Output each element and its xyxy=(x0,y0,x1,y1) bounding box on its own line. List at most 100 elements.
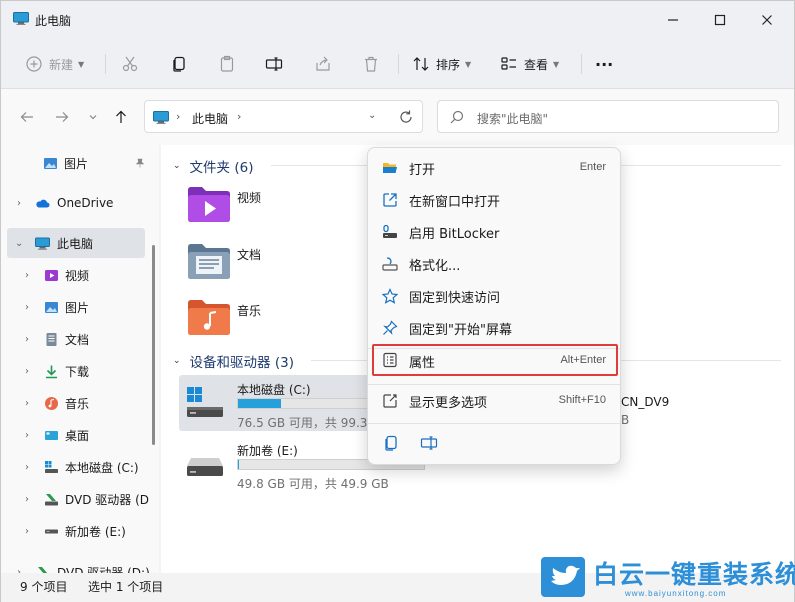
folder-name[interactable]: 视频 xyxy=(237,189,261,206)
menu-item-open-new-window[interactable]: 在新窗口中打开 xyxy=(372,185,618,215)
menu-item-pin-quick-access[interactable]: 固定到快速访问 xyxy=(372,281,618,311)
menu-item-format[interactable]: 格式化... xyxy=(372,249,618,279)
view-icon xyxy=(501,57,516,70)
arrow-right-icon xyxy=(56,112,69,122)
documents-folder-icon[interactable] xyxy=(186,241,232,281)
refresh-icon[interactable] xyxy=(398,109,414,125)
drives-group-header[interactable]: ⌄ 设备和驱动器 (3) xyxy=(173,351,294,371)
sidebar-item-quick-pictures[interactable]: 图片 xyxy=(7,148,145,178)
sidebar-item-pictures[interactable]: › 图片 xyxy=(7,292,145,322)
menu-item-label: 格式化... xyxy=(409,259,461,274)
up-button[interactable] xyxy=(111,107,131,127)
arrow-up-icon xyxy=(116,110,126,123)
chevron-right-icon[interactable]: › xyxy=(25,398,29,409)
menu-item-bitlocker[interactable]: 启用 BitLocker xyxy=(372,217,618,247)
sidebar-item-downloads[interactable]: › 下载 xyxy=(7,356,145,386)
sidebar-item-music[interactable]: › 音乐 xyxy=(7,388,145,418)
recent-locations-button[interactable] xyxy=(83,107,103,127)
chevron-down-icon: ⌄ xyxy=(173,356,181,366)
new-button[interactable]: 新建 ▼ xyxy=(25,51,84,77)
videos-icon xyxy=(45,269,58,281)
more-options-icon xyxy=(383,394,397,408)
folders-group-title: 文件夹 (6) xyxy=(189,160,254,176)
rename-icon[interactable] xyxy=(420,434,438,452)
chevron-down-icon[interactable]: ⌄ xyxy=(15,238,23,249)
menu-item-label: 在新窗口中打开 xyxy=(409,195,501,210)
chevron-down-icon: ⌄ xyxy=(173,161,181,171)
sidebar-item-label: DVD 驱动器 (D:) xyxy=(57,565,150,574)
rename-button[interactable] xyxy=(265,51,283,77)
menu-item-pin-start[interactable]: 固定到"开始"屏幕 xyxy=(372,313,618,343)
menu-item-label: 属性 xyxy=(409,356,436,371)
address-dropdown-icon[interactable]: ⌄ xyxy=(368,110,376,121)
sidebar-item-documents[interactable]: › 文档 xyxy=(7,324,145,354)
sidebar-scrollbar[interactable] xyxy=(152,245,155,445)
chevron-right-icon[interactable]: › xyxy=(25,270,29,281)
copy-icon xyxy=(173,56,185,72)
sidebar-item-videos[interactable]: › 视频 xyxy=(7,260,145,290)
maximize-button[interactable] xyxy=(697,1,743,39)
dvd-drive-label[interactable]: CN_DV9 xyxy=(621,395,669,409)
breadcrumb-this-pc[interactable]: 此电脑 xyxy=(192,110,228,127)
format-icon xyxy=(382,257,398,271)
more-options-button[interactable]: ··· xyxy=(595,51,613,77)
chevron-right-icon[interactable]: › xyxy=(25,302,29,313)
paste-button[interactable] xyxy=(218,51,236,77)
sidebar-item-label: 桌面 xyxy=(65,428,90,443)
sidebar-item-dvd-drive[interactable]: › DVD 驱动器 (D xyxy=(7,484,149,514)
cut-button[interactable] xyxy=(121,51,139,77)
back-button[interactable] xyxy=(17,107,37,127)
desktop-icon xyxy=(45,430,58,440)
chevron-right-icon[interactable]: › xyxy=(25,462,29,473)
address-bar[interactable]: › 此电脑 › ⌄ xyxy=(144,100,423,133)
folder-name[interactable]: 音乐 xyxy=(237,302,261,319)
music-folder-icon[interactable] xyxy=(186,297,232,337)
menu-item-shortcut: Enter xyxy=(579,161,606,173)
chevron-right-icon[interactable]: › xyxy=(25,430,29,441)
sidebar-item-onedrive[interactable]: › OneDrive xyxy=(7,188,145,218)
file-explorer-window: 此电脑 新建 ▼ 排序 ▼ 查看 ▼ ··· › 此电脑 › ⌄ 搜索"此电脑"… xyxy=(0,0,795,602)
copy-button[interactable] xyxy=(170,51,188,77)
minimize-icon xyxy=(668,19,678,21)
sidebar-item-local-disk-c[interactable]: › 本地磁盘 (C:) xyxy=(7,452,145,482)
minimize-button[interactable] xyxy=(650,1,696,39)
chevron-right-icon[interactable]: › xyxy=(25,526,29,537)
chevron-right-icon[interactable]: › xyxy=(25,334,29,345)
folder-name[interactable]: 文档 xyxy=(237,246,261,263)
watermark-url: www.baiyunxitong.com xyxy=(625,589,727,598)
drive-space-info: 76.5 GB 可用，共 99.3 xyxy=(237,416,368,430)
sidebar-item-dvd-drive-root[interactable]: › DVD 驱动器 (D:) xyxy=(7,557,150,573)
bird-logo-icon xyxy=(541,557,585,597)
chevron-right-icon[interactable]: › xyxy=(17,198,21,209)
menu-item-open[interactable]: 打开 Enter xyxy=(372,153,618,183)
close-button[interactable] xyxy=(744,1,790,39)
forward-button[interactable] xyxy=(52,107,72,127)
plus-circle-icon xyxy=(26,56,42,72)
drive-space-info: 49.8 GB 可用，共 49.9 GB xyxy=(237,477,389,491)
chevron-down-icon: ▼ xyxy=(78,59,85,69)
view-button[interactable]: 查看 ▼ xyxy=(500,51,559,77)
bitlocker-key-icon xyxy=(383,224,397,238)
videos-folder-icon[interactable] xyxy=(186,184,232,224)
menu-separator xyxy=(368,423,620,424)
sidebar-item-new-volume-e[interactable]: › 新加卷 (E:) xyxy=(7,516,145,546)
status-item-count: 9 个项目 xyxy=(20,580,68,594)
star-icon xyxy=(382,288,398,304)
dvd-drive-info: B xyxy=(621,413,630,427)
delete-button[interactable] xyxy=(362,51,380,77)
menu-item-show-more-options[interactable]: 显示更多选项 Shift+F10 xyxy=(372,386,618,416)
chevron-right-icon[interactable]: › xyxy=(25,494,29,505)
chevron-right-icon[interactable]: › xyxy=(25,366,29,377)
sort-button[interactable]: 排序 ▼ xyxy=(412,51,471,77)
search-box[interactable]: 搜索"此电脑" xyxy=(437,100,779,133)
sidebar-item-desktop[interactable]: › 桌面 xyxy=(7,420,145,450)
dvd-icon xyxy=(38,566,48,573)
copy-icon[interactable] xyxy=(382,434,400,452)
folders-group-header[interactable]: ⌄ 文件夹 (6) xyxy=(173,156,253,176)
sidebar-item-this-pc[interactable]: ⌄ 此电脑 xyxy=(7,228,145,258)
menu-item-properties[interactable]: 属性 Alt+Enter xyxy=(372,344,618,376)
chevron-down-icon: ▼ xyxy=(553,59,560,69)
share-button[interactable] xyxy=(314,51,332,77)
breadcrumb-chevron-icon: › xyxy=(176,110,181,123)
search-input[interactable]: 搜索"此电脑" xyxy=(477,110,548,127)
